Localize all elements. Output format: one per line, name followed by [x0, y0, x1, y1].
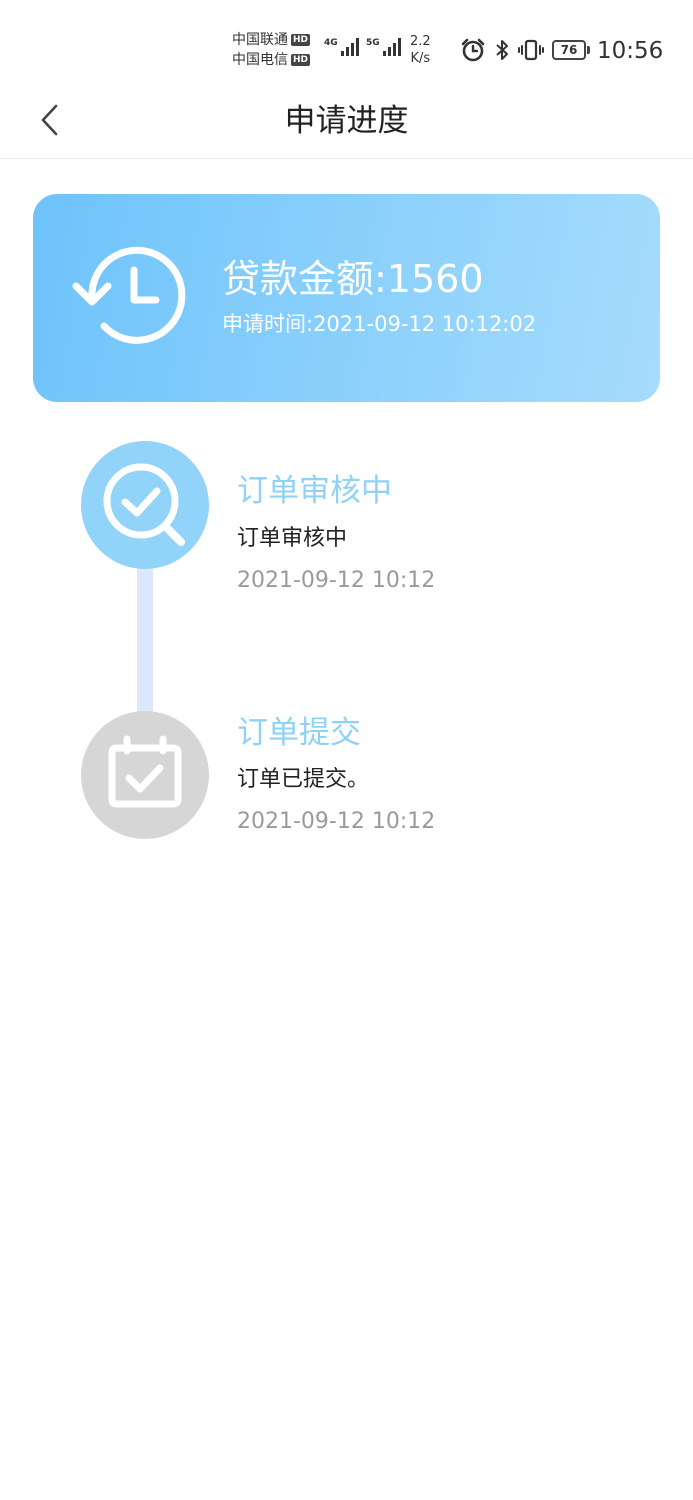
status-time: 10:56 — [597, 38, 664, 64]
step-time: 2021-09-12 10:12 — [237, 568, 436, 593]
history-clock-icon — [72, 246, 186, 344]
step-title: 订单审核中 — [237, 473, 392, 509]
signal-type-label: 5G — [366, 38, 380, 48]
vibrate-icon — [518, 39, 544, 61]
step-time: 2021-09-12 10:12 — [237, 809, 436, 834]
alarm-icon — [461, 38, 485, 62]
signal-strength-icon: 5G — [366, 38, 401, 56]
step-description: 订单已提交。 — [237, 767, 370, 792]
carrier-name-2: 中国电信 — [232, 52, 288, 68]
search-check-icon — [103, 463, 185, 546]
hd-badge: HD — [291, 54, 311, 66]
network-speed: 2.2 K/s — [410, 33, 431, 67]
application-time: 申请时间:2021-09-12 10:12:02 — [222, 312, 537, 336]
step-status-circle — [81, 441, 209, 569]
bluetooth-icon — [496, 40, 508, 60]
page-title: 申请进度 — [284, 103, 409, 139]
network-speed-unit: K/s — [410, 51, 431, 66]
signal-type-label: 4G — [324, 38, 338, 48]
signal-strength-icon: 4G — [324, 38, 359, 56]
step-description: 订单审核中 — [237, 526, 348, 551]
timeline-connector — [137, 565, 153, 715]
carrier-info: 中国联通 HD 中国电信 HD — [232, 30, 311, 70]
status-bar: 中国联通 HD 中国电信 HD 4G 5G 2.2 K/s 76 10:56 — [0, 0, 693, 90]
status-icons: 76 — [460, 38, 590, 62]
carrier-name-1: 中国联通 — [232, 32, 288, 48]
hd-badge: HD — [291, 34, 311, 46]
navigation-header: 申请进度 — [0, 90, 693, 159]
network-speed-value: 2.2 — [410, 34, 431, 49]
step-status-circle — [81, 711, 209, 839]
step-title: 订单提交 — [237, 715, 361, 751]
loan-amount: 贷款金额:1560 — [222, 257, 484, 301]
battery-icon: 76 — [552, 40, 590, 60]
calendar-check-icon — [108, 735, 182, 808]
